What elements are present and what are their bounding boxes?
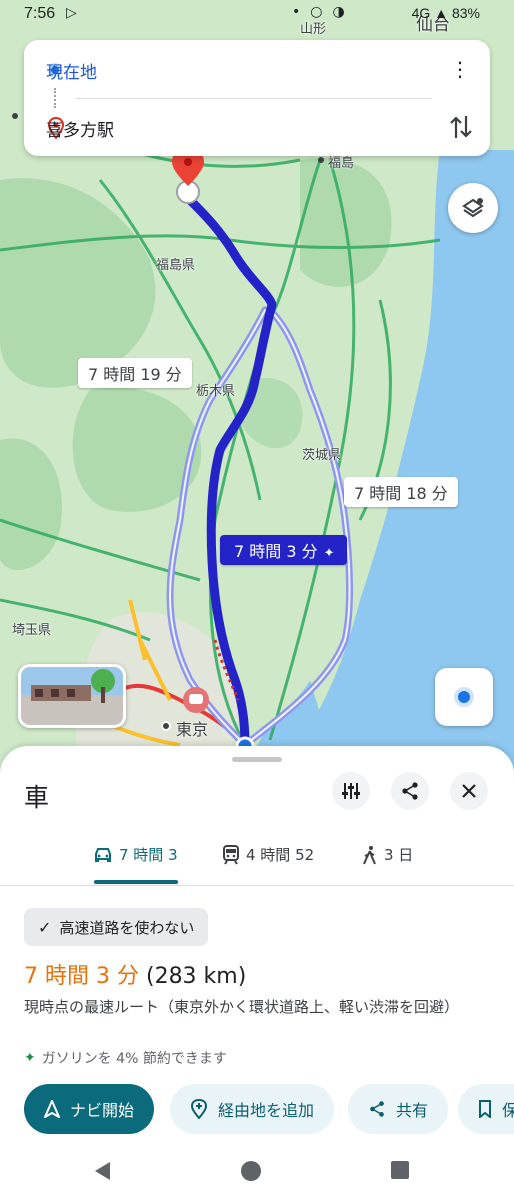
map-label-tokyo: 東京 [176, 720, 209, 739]
swap-icon[interactable] [450, 114, 472, 140]
street-view-image [21, 667, 123, 725]
route-bubble-label: 7 時間 3 分 [234, 542, 318, 561]
station-marker-icon [183, 687, 209, 713]
map-label-ibaraki-pref: 茨城県 [302, 448, 342, 463]
directions-sheet: 車 7 時間 3 4 時間 52 3 日 ✓ 高速道路を使わない 7 時間 3 … [0, 746, 514, 1200]
close-icon [462, 784, 476, 798]
sheet-drag-handle[interactable] [232, 757, 282, 762]
share-icon [402, 782, 418, 800]
share-label: 共有 [396, 1101, 429, 1120]
route-bubble-alt-east[interactable]: 7 時間 18 分 [344, 477, 458, 507]
eta-distance: (283 km) [145, 964, 247, 989]
back-icon[interactable] [92, 1160, 112, 1182]
network-label: 4G [411, 5, 431, 21]
add-location-icon [190, 1099, 208, 1119]
map-label-fukushima-pref: 福島県 [156, 258, 196, 273]
check-icon: ✓ [38, 917, 52, 937]
route-dots [54, 88, 56, 108]
map-label-tochigi-pref: 栃木県 [196, 384, 236, 399]
status-icons: •○◑ [292, 4, 355, 20]
route-input-card: 現在地 喜多方駅 ⋮ [24, 40, 490, 156]
eta-duration: 7 時間 3 分 [24, 964, 139, 989]
status-time: 7:56 [24, 5, 56, 22]
map-label-saitama-pref: 埼玉県 [12, 623, 52, 638]
route-bubble-alt-west[interactable]: 7 時間 19 分 [78, 358, 192, 388]
sheet-title: 車 [24, 783, 50, 812]
battery-label: 83% [451, 5, 480, 21]
active-tab-indicator [94, 880, 178, 884]
save-button[interactable]: 保 [458, 1084, 514, 1134]
card-divider [76, 98, 432, 99]
tune-icon [342, 783, 360, 799]
map-view[interactable]: 山形 仙台 福島 福島県 栃木県 茨城県 埼玉県 東京 7 時間 19 分 7 … [0, 0, 514, 780]
car-icon [95, 847, 111, 862]
bookmark-icon [479, 1100, 491, 1118]
travel-mode-tabs: 7 時間 3 4 時間 52 3 日 [0, 838, 514, 886]
eco-leaf-icon: ✦ [24, 1050, 36, 1066]
recents-icon[interactable] [390, 1160, 410, 1180]
layers-icon [462, 198, 484, 218]
start-navigation-label: ナビ開始 [70, 1101, 135, 1120]
home-icon[interactable] [240, 1160, 262, 1182]
add-stop-button[interactable]: 経由地を追加 [170, 1084, 335, 1134]
share-route-button[interactable] [391, 772, 429, 810]
walk-icon [363, 845, 376, 864]
avoid-highways-chip[interactable]: ✓ 高速道路を使わない [24, 908, 209, 946]
start-navigation-button[interactable]: ナビ開始 [24, 1084, 155, 1134]
eco-leaf-icon: ✦ [323, 546, 335, 561]
fuel-savings-label: ガソリンを 4% 節約できます [41, 1051, 227, 1067]
tab-car[interactable]: 7 時間 3 [93, 844, 178, 865]
tab-walk-label: 3 日 [384, 846, 414, 864]
destination-field[interactable]: 喜多方駅 [46, 116, 114, 141]
route-options-button[interactable] [332, 772, 370, 810]
fuel-savings: ✦ ガソリンを 4% 節約できます [24, 1048, 227, 1068]
save-label: 保 [502, 1101, 514, 1120]
avoid-highways-label: 高速道路を使わない [59, 918, 195, 937]
route-bubble-label: 7 時間 18 分 [354, 484, 448, 503]
street-view-thumbnail[interactable] [18, 664, 126, 728]
layers-button[interactable] [448, 183, 498, 233]
add-stop-label: 経由地を追加 [218, 1101, 315, 1120]
navigation-arrow-icon [44, 1100, 60, 1118]
share-icon [370, 1101, 384, 1117]
eta-summary: 7 時間 3 分 (283 km) [24, 958, 246, 990]
my-location-icon [454, 687, 474, 707]
my-location-button[interactable] [435, 668, 493, 726]
status-right: 4G ▲ 83% [411, 5, 480, 21]
tab-car-label: 7 時間 3 [119, 846, 178, 864]
status-bar: 7:56 ▷ •○◑ 4G ▲ 83% [0, 0, 514, 32]
tab-transit-label: 4 時間 52 [246, 846, 315, 864]
close-button[interactable] [450, 772, 488, 810]
more-options-icon[interactable]: ⋮ [450, 57, 470, 81]
route-bubble-label: 7 時間 19 分 [88, 365, 182, 384]
tab-transit[interactable]: 4 時間 52 [222, 844, 314, 865]
tab-walk[interactable]: 3 日 [362, 844, 413, 865]
play-store-icon: ▷ [66, 5, 77, 21]
route-description: 現時点の最速ルート（東京外かく環状道路上、軽い渋滞を回避） [24, 998, 460, 1016]
system-navigation-bar [0, 1140, 514, 1200]
train-icon [223, 844, 239, 865]
route-bubble-primary[interactable]: 7 時間 3 分 ✦ [220, 535, 347, 565]
origin-field[interactable]: 現在地 [46, 58, 97, 83]
share-button[interactable]: 共有 [348, 1084, 449, 1134]
